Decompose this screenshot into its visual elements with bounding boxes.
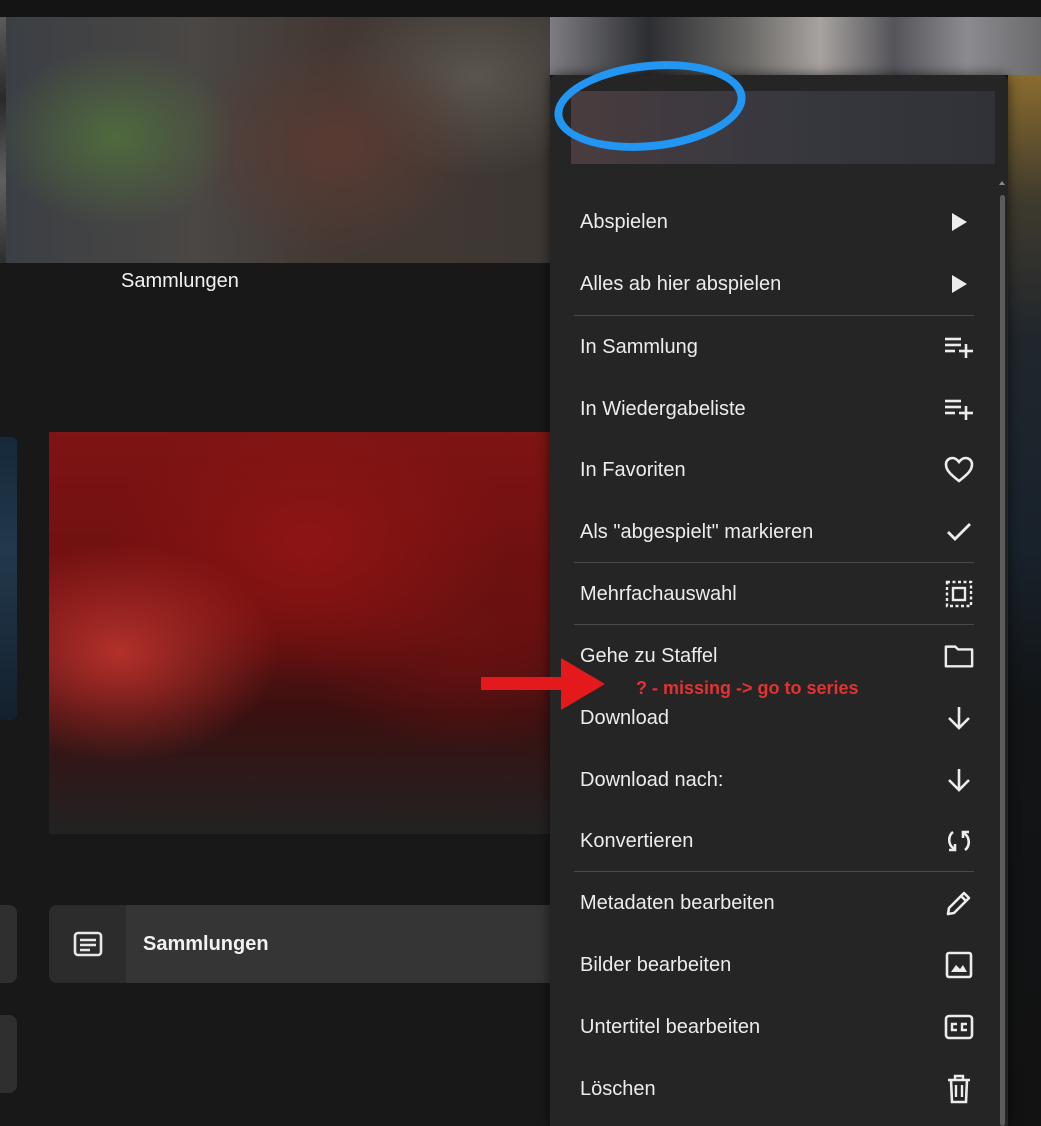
menu-item-label: Download nach:: [580, 769, 724, 791]
menu-item-label: Abspielen: [580, 211, 668, 233]
menu-item-label: Als "abgespielt" markieren: [580, 521, 814, 543]
background-thumbnail-right: [1008, 75, 1041, 1126]
menu-item-label: Mehrfachauswahl: [580, 583, 737, 605]
menu-item-label: In Sammlung: [580, 336, 698, 358]
media-thumbnail[interactable]: [49, 432, 550, 834]
playlist-add-icon: [944, 394, 974, 424]
menu-item-delete[interactable]: Löschen: [574, 1058, 974, 1120]
menu-item-label: Alles ab hier abspielen: [580, 273, 782, 295]
menu-item-label: In Favoriten: [580, 459, 686, 481]
menu-item-add-to-collection[interactable]: In Sammlung: [574, 316, 974, 378]
menu-scrollbar[interactable]: [1000, 195, 1005, 1126]
menu-item-label: Löschen: [580, 1078, 656, 1100]
image-icon: [944, 950, 974, 980]
menu-item-label: Bilder bearbeiten: [580, 954, 732, 976]
annotation-text: ? - missing -> go to series: [636, 678, 859, 698]
annotation-arrow: [481, 677, 567, 690]
menu-item-play-all-from-here[interactable]: Alles ab hier abspielen: [574, 253, 974, 315]
collections-button[interactable]: Sammlungen: [49, 905, 550, 983]
collections-button-label: Sammlungen: [143, 933, 269, 955]
menu-item-add-to-favorites[interactable]: In Favoriten: [574, 439, 974, 501]
side-button-partial[interactable]: [0, 905, 17, 983]
menu-item-play[interactable]: Abspielen: [574, 191, 974, 253]
menu-item-convert[interactable]: Konvertieren: [574, 810, 974, 872]
menu-item-mark-played[interactable]: Als "abgespielt" markieren: [574, 501, 974, 563]
download-icon: [944, 765, 974, 795]
check-icon: [944, 517, 974, 547]
menu-item-add-to-playlist[interactable]: In Wiedergabeliste: [574, 378, 974, 440]
subtitles-icon: [944, 1012, 974, 1042]
menu-item-label: Konvertieren: [580, 830, 694, 852]
play-icon: [944, 207, 974, 237]
menu-item-edit-images[interactable]: Bilder bearbeiten: [574, 934, 974, 996]
menu-item-label: Metadaten bearbeiten: [580, 892, 775, 914]
folder-icon: [944, 641, 974, 671]
thumbnail-caption[interactable]: Sammlungen: [121, 270, 239, 293]
annotation-arrow-head: [561, 658, 605, 710]
menu-item-download-to[interactable]: Download nach:: [574, 749, 974, 811]
context-menu: Abspielen Alles ab hier abspielen In Sam…: [550, 75, 1008, 1126]
scroll-up-arrow[interactable]: [999, 181, 1005, 185]
play-icon: [944, 269, 974, 299]
collection-thumbnail[interactable]: [6, 17, 550, 263]
document-list-icon: [49, 905, 126, 983]
menu-item-label: Untertitel bearbeiten: [580, 1016, 761, 1038]
menu-item-label: In Wiedergabeliste: [580, 398, 746, 420]
menu-item-multi-select[interactable]: Mehrfachauswahl: [574, 563, 974, 625]
top-bar: [0, 0, 1041, 17]
playlist-add-icon: [944, 332, 974, 362]
heart-icon: [944, 455, 974, 485]
pencil-icon: [944, 888, 974, 918]
trash-icon: [944, 1074, 974, 1104]
download-icon: [944, 703, 974, 733]
menu-item-edit-subtitles[interactable]: Untertitel bearbeiten: [574, 996, 974, 1058]
select-all-icon: [944, 579, 974, 609]
left-thumbnail-partial[interactable]: [0, 437, 17, 720]
convert-icon: [944, 826, 974, 856]
menu-item-edit-metadata[interactable]: Metadaten bearbeiten: [574, 872, 974, 934]
side-button-partial[interactable]: [0, 1015, 17, 1093]
